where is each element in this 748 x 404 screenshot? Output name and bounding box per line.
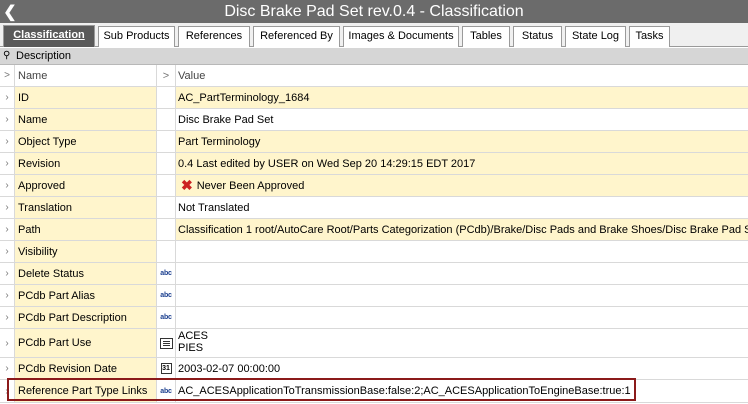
table-row[interactable]: › Reference Part Type Links abc AC_ACESA… [0, 380, 748, 403]
calendar-icon[interactable]: 31 [157, 358, 176, 379]
table-row[interactable]: › PCdb Part Description abc [0, 307, 748, 329]
property-value-cell[interactable]: ✖ Never Been Approved [176, 175, 748, 196]
abc-text-icon: abc [157, 285, 176, 306]
abc-text-icon: abc [157, 380, 176, 402]
table-row[interactable]: › Visibility [0, 241, 748, 263]
property-name: Approved [15, 175, 157, 196]
table-row[interactable]: › Revision 0.4 Last edited by USER on We… [0, 153, 748, 175]
property-name: PCdb Revision Date [15, 358, 157, 379]
property-type-cell [157, 87, 176, 108]
grid-header: > Name > Value [0, 65, 748, 87]
tab-strip: Classification Sub Products References R… [0, 23, 748, 47]
property-value[interactable] [176, 285, 748, 306]
tab-state-log[interactable]: State Log [565, 26, 626, 47]
list-value-item: ACES [178, 330, 208, 342]
property-value-list[interactable]: ACES PIES [176, 329, 748, 357]
property-type-cell [157, 131, 176, 152]
property-value[interactable] [176, 241, 748, 262]
table-row[interactable]: › PCdb Part Alias abc [0, 285, 748, 307]
property-value[interactable]: Not Translated [176, 197, 748, 218]
tab-references[interactable]: References [178, 26, 250, 47]
tab-status[interactable]: Status [513, 26, 562, 47]
red-x-icon: ✖ [181, 177, 193, 193]
property-type-cell [157, 175, 176, 196]
row-expander-icon[interactable]: › [0, 131, 15, 152]
header-icon-column[interactable]: > [157, 65, 176, 86]
table-row[interactable]: › Delete Status abc [0, 263, 748, 285]
section-header[interactable]: ⚲ Description [0, 48, 748, 65]
abc-text-icon: abc [157, 307, 176, 328]
table-row[interactable]: › Name Disc Brake Pad Set [0, 109, 748, 131]
property-type-cell [157, 219, 176, 240]
table-row[interactable]: › PCdb Part Use ACES PIES [0, 329, 748, 358]
row-expander-icon[interactable]: › [0, 153, 15, 174]
row-expander-icon[interactable]: › [0, 263, 15, 284]
property-name: PCdb Part Use [15, 329, 157, 357]
property-value[interactable]: 0.4 Last edited by USER on Wed Sep 20 14… [176, 153, 748, 174]
title-bar: ❮ Disc Brake Pad Set rev.0.4 - Classific… [0, 0, 748, 23]
row-expander-icon[interactable]: › [0, 109, 15, 130]
property-type-cell [157, 197, 176, 218]
list-value-item: PIES [178, 342, 204, 354]
property-value[interactable] [176, 263, 748, 284]
row-expander-icon[interactable]: › [0, 285, 15, 306]
tab-sub-products[interactable]: Sub Products [98, 26, 175, 47]
section-label: Description [16, 50, 72, 62]
pin-icon[interactable]: ⚲ [3, 49, 13, 63]
row-expander-icon[interactable]: › [0, 197, 15, 218]
row-expander-icon[interactable]: › [0, 175, 15, 196]
table-row[interactable]: › ID AC_PartTerminology_1684 [0, 87, 748, 109]
row-expander-icon[interactable]: › [0, 358, 15, 379]
row-expander-icon[interactable]: › [0, 219, 15, 240]
property-name: ID [15, 87, 157, 108]
property-name: Visibility [15, 241, 157, 262]
property-name: PCdb Part Alias [15, 285, 157, 306]
row-expander-icon[interactable]: › [0, 307, 15, 328]
property-name: Path [15, 219, 157, 240]
property-value[interactable] [176, 307, 748, 328]
tab-tables[interactable]: Tables [462, 26, 510, 47]
property-name: Revision [15, 153, 157, 174]
row-expander-icon[interactable]: › [0, 87, 15, 108]
property-type-cell [157, 153, 176, 174]
tab-tasks[interactable]: Tasks [629, 26, 670, 47]
column-header-value[interactable]: Value [176, 65, 748, 86]
header-expander[interactable]: > [0, 65, 15, 86]
approval-status: Never Been Approved [196, 179, 305, 192]
list-icon[interactable] [157, 329, 176, 357]
window-title: Disc Brake Pad Set rev.0.4 - Classificat… [224, 3, 524, 20]
tab-referenced-by[interactable]: Referenced By [253, 26, 340, 47]
property-name: Object Type [15, 131, 157, 152]
property-value[interactable]: Part Terminology [176, 131, 748, 152]
table-row[interactable]: › Translation Not Translated [0, 197, 748, 219]
property-type-cell [157, 109, 176, 130]
property-value[interactable]: 2003-02-07 00:00:00 [176, 358, 748, 379]
property-value[interactable]: AC_ACESApplicationToTransmissionBase:fal… [176, 380, 748, 402]
property-value[interactable]: Classification 1 root/AutoCare Root/Part… [176, 219, 748, 240]
property-name: Delete Status [15, 263, 157, 284]
tab-images-documents[interactable]: Images & Documents [343, 26, 459, 47]
table-row[interactable]: › Path Classification 1 root/AutoCare Ro… [0, 219, 748, 241]
property-name: Name [15, 109, 157, 130]
table-row[interactable]: › Object Type Part Terminology [0, 131, 748, 153]
column-header-name[interactable]: Name [15, 65, 157, 86]
property-value[interactable]: AC_PartTerminology_1684 [176, 87, 748, 108]
property-type-cell [157, 241, 176, 262]
abc-text-icon: abc [157, 263, 176, 284]
row-expander-icon[interactable]: › [0, 241, 15, 262]
tab-classification[interactable]: Classification [3, 25, 95, 47]
property-name: Reference Part Type Links [15, 380, 157, 402]
property-name: PCdb Part Description [15, 307, 157, 328]
property-name: Translation [15, 197, 157, 218]
property-value[interactable]: Disc Brake Pad Set [176, 109, 748, 130]
row-expander-icon[interactable]: › [0, 380, 15, 402]
table-row[interactable]: › Approved ✖ Never Been Approved [0, 175, 748, 197]
row-expander-icon[interactable]: › [0, 329, 15, 357]
table-row[interactable]: › PCdb Revision Date 31 2003-02-07 00:00… [0, 358, 748, 380]
